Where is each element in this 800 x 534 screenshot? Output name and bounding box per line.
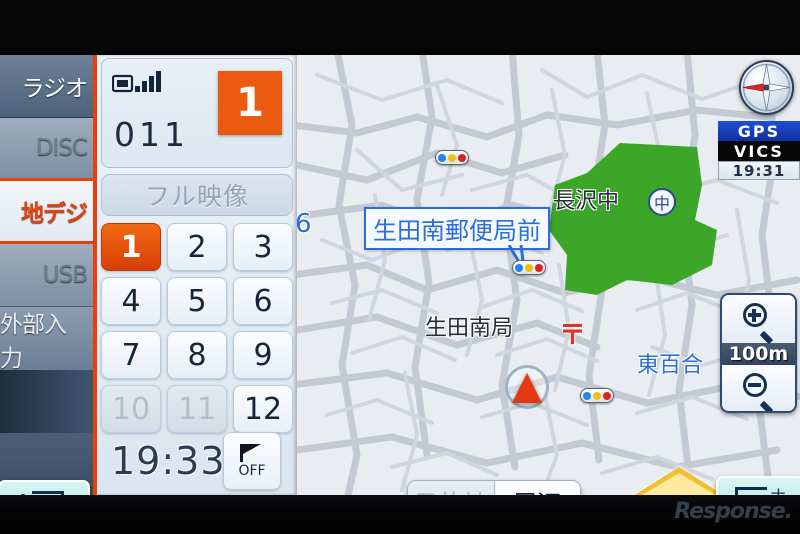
school-mark-icon: 中 — [648, 188, 676, 216]
channel-display: 011 1 — [101, 58, 293, 168]
around-search-button[interactable]: 周辺 — [494, 481, 580, 495]
preset-key-2[interactable]: 2 — [167, 223, 227, 271]
preset-key-5[interactable]: 5 — [167, 277, 227, 325]
preset-keypad: 1 2 3 4 5 6 7 8 9 10 11 12 — [101, 223, 293, 433]
vehicle-position-icon — [503, 365, 551, 413]
source-label-usb: USB — [42, 262, 88, 288]
map-label-ikutaminami: 生田南局 — [425, 316, 514, 341]
full-video-button[interactable]: フル映像 — [101, 174, 293, 216]
traffic-signal-icon — [435, 150, 469, 165]
source-selector-column: ラジオ DISC 地デジ USB 外部入力 — [0, 55, 97, 495]
source-label-digital-tv: 地デジ — [21, 201, 88, 227]
compass-icon[interactable] — [739, 60, 794, 115]
map-label-route-6: 6 — [297, 209, 312, 239]
preset-key-10[interactable]: 10 — [101, 385, 161, 433]
channel-number: 011 — [114, 115, 189, 154]
response-watermark: Response. — [674, 498, 793, 524]
navi-arrow-icon — [723, 487, 769, 495]
zoom-in-button[interactable] — [722, 295, 795, 344]
preset-key-6[interactable]: 6 — [233, 277, 293, 325]
av-switch-button[interactable]: AV — [0, 480, 90, 495]
flag-icon — [239, 443, 265, 462]
gps-status-label: GPS — [718, 121, 800, 141]
source-item-external-input[interactable]: 外部入力 — [0, 307, 93, 372]
current-preset-badge: 1 — [218, 71, 282, 135]
display-screen: ラジオ DISC 地デジ USB 外部入力 AV — [0, 55, 800, 495]
av-clock: 19:33 — [111, 439, 226, 483]
house-roof-inner — [639, 473, 719, 495]
navi-label: ナビ — [770, 488, 786, 496]
intersection-callout: 生田南郵便局前 — [364, 207, 550, 250]
device-bezel-top — [0, 0, 800, 55]
go-home-button[interactable]: 自宅 — [631, 467, 728, 495]
source-item-radio[interactable]: ラジオ — [0, 55, 93, 118]
preset-key-8[interactable]: 8 — [167, 331, 227, 379]
post-office-icon: 〒 — [559, 320, 586, 351]
preset-key-12[interactable]: 12 — [233, 385, 293, 433]
preset-key-9[interactable]: 9 — [233, 331, 293, 379]
preset-key-3[interactable]: 3 — [233, 223, 293, 271]
source-item-digital-tv[interactable]: 地デジ — [0, 181, 93, 244]
zoom-out-button[interactable] — [722, 365, 795, 411]
map-scale-label: 100m — [722, 343, 795, 365]
preset-key-11[interactable]: 11 — [167, 385, 227, 433]
tv-signal-icon — [112, 71, 161, 93]
source-label-external-input: 外部入力 — [0, 311, 67, 372]
source-label-radio: ラジオ — [21, 76, 88, 102]
head-unit-screenshot: ラジオ DISC 地デジ USB 外部入力 AV — [0, 0, 800, 534]
map-label-nagasawa: 長沢中 — [553, 189, 620, 214]
preset-key-4[interactable]: 4 — [101, 277, 161, 325]
map-label-higashiyuri: 東百合 — [637, 353, 704, 378]
preset-key-1[interactable]: 1 — [101, 223, 161, 271]
gps-vics-indicator: GPS VICS 19:31 — [718, 121, 800, 180]
source-label-disc: DISC — [35, 135, 88, 161]
av-switch-arrow-icon — [30, 491, 70, 495]
magnifier-minus-icon — [742, 373, 775, 411]
magnifier-plus-icon — [742, 303, 775, 344]
traffic-signal-icon — [580, 388, 614, 403]
av-panel: ラジオ DISC 地デジ USB 外部入力 AV — [0, 55, 297, 495]
destination-around-group: 目的地 周辺 — [407, 480, 581, 495]
traffic-signal-icon — [512, 260, 546, 275]
source-item-usb[interactable]: USB — [0, 244, 93, 307]
destination-button[interactable]: 目的地 — [408, 481, 495, 495]
navi-switch-button[interactable]: ナビ — [716, 476, 800, 495]
source-item-disc[interactable]: DISC — [0, 118, 93, 181]
map-zoom-controls: 100m — [720, 293, 797, 413]
tuner-panel: 011 1 フル映像 1 2 3 4 5 6 7 8 9 10 11 12 19… — [101, 58, 293, 492]
mute-off-button[interactable]: OFF — [223, 432, 281, 490]
mute-off-label: OFF — [238, 462, 266, 479]
map-view[interactable]: 長沢中 中 生田南郵便局前 生田南局 〒 東百合 6 GPS VICS 19:3… — [297, 55, 800, 495]
vics-status-label: VICS — [718, 141, 800, 161]
preset-key-7[interactable]: 7 — [101, 331, 161, 379]
vics-time: 19:31 — [718, 161, 800, 180]
